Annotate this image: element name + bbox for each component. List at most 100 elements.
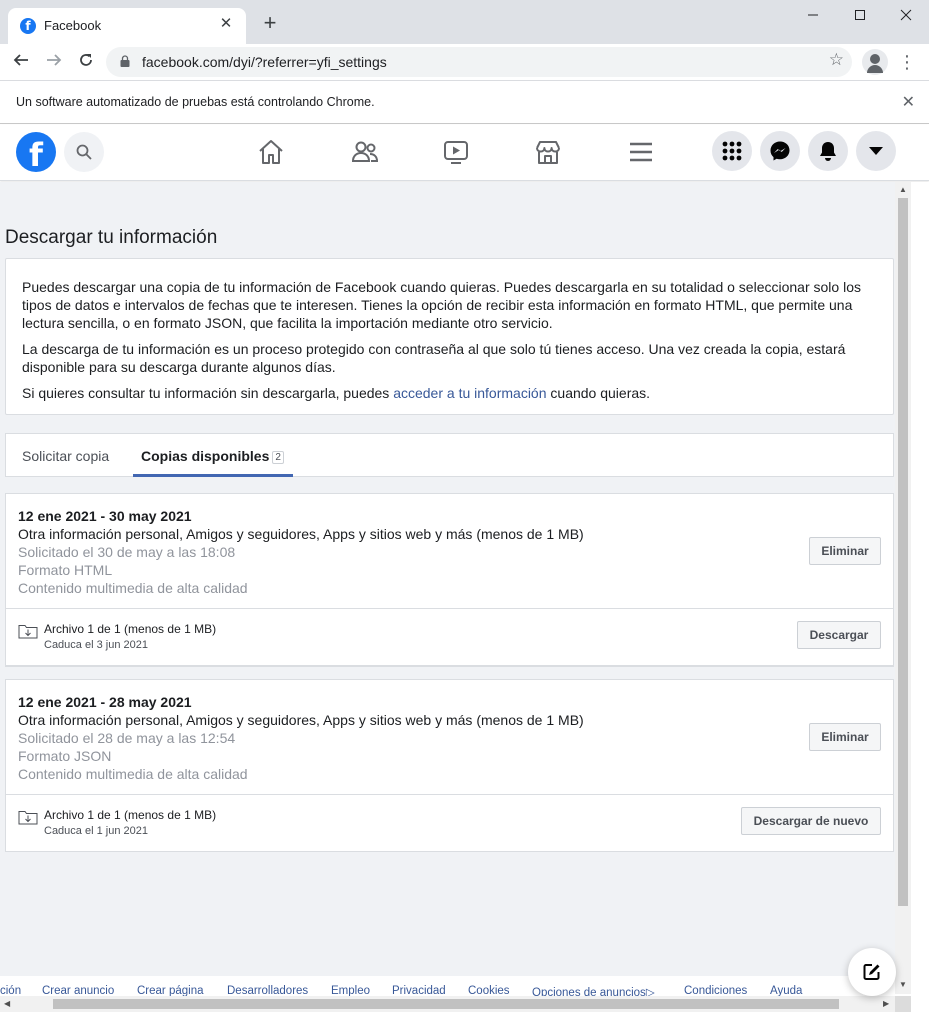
delete-button[interactable]: Eliminar bbox=[809, 537, 881, 565]
copy-requested: Solicitado el 30 de may a las 18:08 bbox=[18, 544, 236, 560]
footer-link-ad-choices[interactable]: Opciones de anuncios▷ bbox=[532, 985, 655, 996]
window-edge bbox=[911, 182, 929, 1012]
back-icon[interactable] bbox=[8, 49, 34, 75]
friends-icon[interactable] bbox=[350, 137, 380, 167]
intro-paragraph-1: Puedes descargar una copia de tu informa… bbox=[22, 279, 861, 331]
automation-infobar: Un software automatizado de pruebas está… bbox=[0, 80, 929, 124]
download-file-icon bbox=[18, 811, 38, 825]
copy-date-range: 12 ene 2021 - 28 may 2021 bbox=[18, 694, 192, 710]
delete-button[interactable]: Eliminar bbox=[809, 723, 881, 751]
file-row: Archivo 1 de 1 (menos de 1 MB) Caduca el… bbox=[5, 794, 894, 852]
tab-close-icon[interactable]: ✕ bbox=[216, 14, 236, 34]
footer-link-create-page[interactable]: Crear página bbox=[137, 985, 203, 996]
copy-media-quality: Contenido multimedia de alta calidad bbox=[18, 580, 248, 596]
notifications-button[interactable] bbox=[808, 131, 848, 171]
footer-link-truncated[interactable]: ción bbox=[0, 985, 21, 996]
new-message-button[interactable] bbox=[848, 948, 896, 996]
notifications-icon bbox=[820, 142, 836, 161]
profile-avatar-icon[interactable] bbox=[862, 49, 888, 75]
footer-link-help[interactable]: Ayuda bbox=[770, 985, 802, 996]
vertical-scrollbar[interactable]: ▲ ▼ bbox=[895, 182, 911, 994]
search-icon bbox=[76, 144, 92, 160]
facebook-logo-icon[interactable]: f bbox=[16, 132, 56, 172]
scrollbar-corner bbox=[895, 996, 911, 1012]
scroll-up-arrow-icon[interactable]: ▲ bbox=[899, 185, 907, 194]
file-row: Archivo 1 de 1 (menos de 1 MB) Caduca el… bbox=[5, 608, 894, 666]
facebook-header: f bbox=[0, 125, 929, 181]
copy-format: Formato HTML bbox=[18, 562, 113, 578]
copy-media-quality: Contenido multimedia de alta calidad bbox=[18, 766, 248, 782]
footer-link-create-ad[interactable]: Crear anuncio bbox=[42, 985, 114, 996]
browser-toolbar: facebook.com/dyi/?referrer=yfi_settings … bbox=[0, 44, 929, 80]
tab-available-copies[interactable]: Copias disponibles 2 bbox=[133, 434, 293, 477]
copy-card-2: 12 ene 2021 - 28 may 2021 Otra informaci… bbox=[5, 679, 894, 852]
horizontal-scrollbar[interactable]: ◀ ▶ bbox=[0, 996, 895, 1012]
compose-icon bbox=[863, 964, 880, 980]
footer-link-cookies[interactable]: Cookies bbox=[468, 985, 510, 996]
scroll-left-arrow-icon[interactable]: ◀ bbox=[4, 999, 10, 1008]
watch-icon[interactable] bbox=[441, 137, 471, 167]
footer-link-privacy[interactable]: Privacidad bbox=[392, 985, 446, 996]
maximize-icon[interactable] bbox=[845, 4, 875, 28]
bookmark-star-icon[interactable]: ☆ bbox=[829, 50, 844, 70]
download-again-button[interactable]: Descargar de nuevo bbox=[741, 807, 881, 835]
infobar-close-icon[interactable]: ✕ bbox=[902, 92, 915, 112]
url-text: facebook.com/dyi/?referrer=yfi_settings bbox=[142, 54, 387, 70]
copy-format: Formato JSON bbox=[18, 748, 112, 764]
copy-requested: Solicitado el 28 de may a las 12:54 bbox=[18, 730, 236, 746]
copy-card-1: 12 ene 2021 - 30 may 2021 Otra informaci… bbox=[5, 493, 894, 667]
vertical-scroll-thumb[interactable] bbox=[898, 198, 908, 906]
apps-grid-button[interactable] bbox=[712, 131, 752, 171]
address-bar[interactable]: facebook.com/dyi/?referrer=yfi_settings … bbox=[106, 47, 852, 77]
reload-icon[interactable] bbox=[73, 49, 99, 75]
search-button[interactable] bbox=[64, 132, 104, 172]
intro-p3-after: cuando quieras. bbox=[550, 385, 651, 401]
download-file-icon bbox=[18, 625, 38, 639]
account-dropdown-icon bbox=[869, 147, 883, 155]
access-information-link[interactable]: acceder a tu información bbox=[393, 385, 546, 401]
messenger-icon bbox=[770, 141, 790, 161]
tab-available-copies-label: Copias disponibles bbox=[141, 448, 270, 464]
copies-tabs: Solicitar copia Copias disponibles 2 bbox=[5, 433, 894, 477]
footer-links: ción Crear anuncio Crear página Desarrol… bbox=[0, 976, 895, 996]
apps-grid-icon bbox=[722, 141, 742, 161]
copy-date-range: 12 ene 2021 - 30 may 2021 bbox=[18, 508, 192, 524]
intro-paragraph-2: La descarga de tu información es un proc… bbox=[22, 341, 846, 375]
footer-link-careers[interactable]: Empleo bbox=[331, 985, 370, 996]
copy-details: 12 ene 2021 - 30 may 2021 Otra informaci… bbox=[6, 494, 893, 608]
page-content: Descargar tu información Puedes descarga… bbox=[0, 182, 911, 976]
footer-link-terms[interactable]: Condiciones bbox=[684, 985, 747, 996]
tab-request-copy[interactable]: Solicitar copia bbox=[22, 434, 109, 477]
footer-link-developers[interactable]: Desarrolladores bbox=[227, 985, 308, 996]
scroll-right-arrow-icon[interactable]: ▶ bbox=[883, 999, 889, 1008]
browser-tab[interactable]: f Facebook ✕ bbox=[8, 8, 246, 44]
automation-notice: Un software automatizado de pruebas está… bbox=[16, 95, 375, 109]
facebook-favicon-icon: f bbox=[20, 18, 36, 34]
copy-description: Otra información personal, Amigos y segu… bbox=[18, 526, 584, 542]
forward-icon[interactable] bbox=[41, 49, 67, 75]
new-tab-icon[interactable]: + bbox=[258, 12, 282, 36]
intro-p3-before: Si quieres consultar tu información sin … bbox=[22, 385, 390, 401]
minimize-icon[interactable] bbox=[798, 4, 828, 28]
window-close-icon[interactable] bbox=[891, 4, 921, 28]
tab-title: Facebook bbox=[44, 18, 102, 33]
menu-icon[interactable] bbox=[626, 137, 656, 167]
account-button[interactable] bbox=[856, 131, 896, 171]
copy-description: Otra información personal, Amigos y segu… bbox=[18, 712, 584, 728]
download-button[interactable]: Descargar bbox=[797, 621, 881, 649]
marketplace-icon[interactable] bbox=[533, 137, 563, 167]
home-icon[interactable] bbox=[256, 137, 286, 167]
browser-titlebar: f Facebook ✕ + bbox=[0, 0, 929, 44]
intro-paragraph-3: Si quieres consultar tu información sin … bbox=[22, 384, 877, 402]
file-expiration: Caduca el 3 jun 2021 bbox=[44, 639, 148, 651]
file-expiration: Caduca el 1 jun 2021 bbox=[44, 825, 148, 837]
scroll-down-arrow-icon[interactable]: ▼ bbox=[899, 980, 907, 989]
messenger-button[interactable] bbox=[760, 131, 800, 171]
file-name: Archivo 1 de 1 (menos de 1 MB) bbox=[44, 622, 217, 636]
ad-choices-label: Opciones de anuncios bbox=[532, 987, 646, 996]
horizontal-scroll-thumb[interactable] bbox=[53, 999, 839, 1009]
browser-menu-icon[interactable]: ⋮ bbox=[898, 49, 916, 75]
page-title: Descargar tu información bbox=[5, 227, 218, 248]
lock-icon bbox=[120, 55, 130, 67]
intro-box: Puedes descargar una copia de tu informa… bbox=[5, 258, 894, 415]
